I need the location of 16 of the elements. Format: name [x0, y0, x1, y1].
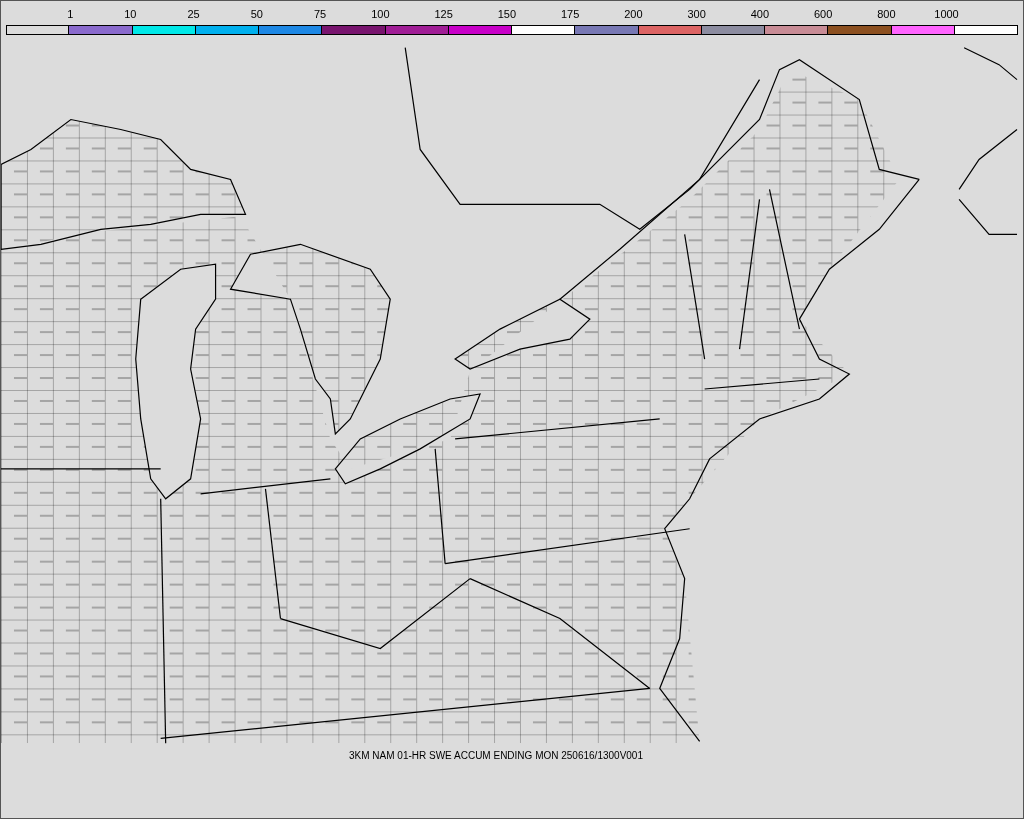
legend-label: 400	[750, 7, 769, 21]
legend-label: 800	[877, 7, 896, 21]
legend-label: 50	[250, 7, 263, 21]
map-caption: 3KM NAM 01-HR SWE ACCUM ENDING MON 250616/1300V001	[349, 750, 643, 761]
legend-label: 25	[187, 7, 200, 21]
legend-label: 75	[314, 7, 327, 21]
legend-label: 1	[67, 7, 74, 21]
legend-label: 150	[497, 7, 516, 21]
legend-label: 125	[434, 7, 453, 21]
legend-label: 600	[813, 7, 833, 21]
legend-label: 1000	[934, 7, 959, 21]
legend-label: 100	[371, 7, 390, 21]
legend-label: 175	[560, 7, 580, 21]
legend-label: 300	[687, 7, 706, 21]
legend-label: 200	[624, 7, 643, 21]
legend-label: 10	[124, 7, 137, 21]
